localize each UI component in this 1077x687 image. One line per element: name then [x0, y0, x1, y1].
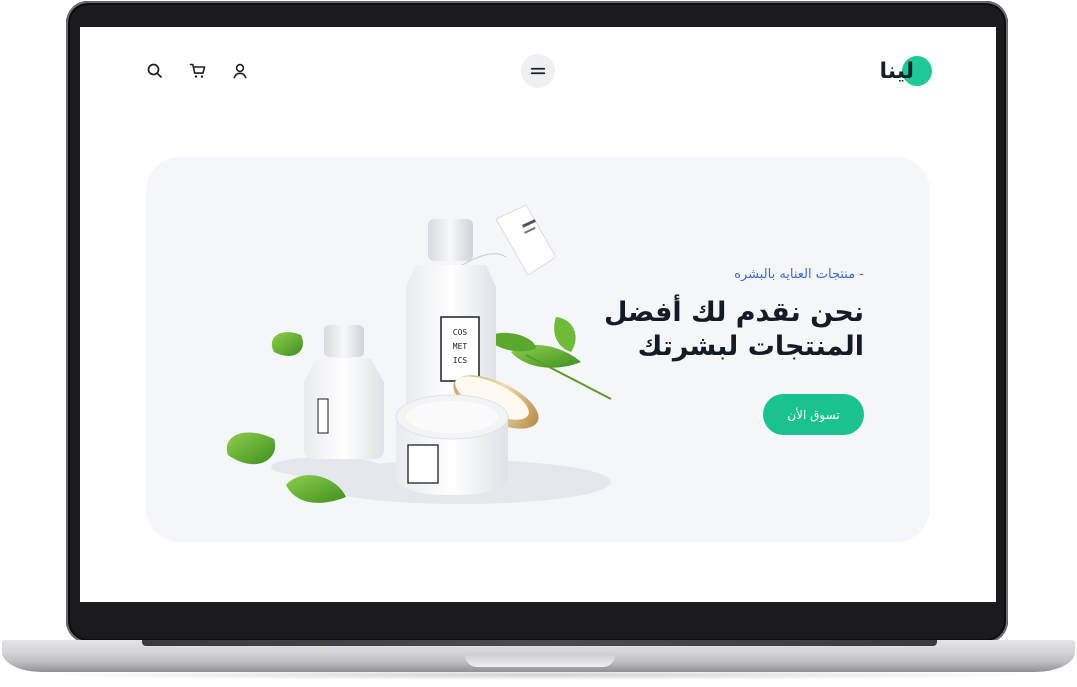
bottle-label-line3: ICS	[453, 356, 468, 365]
menu-icon	[530, 67, 546, 75]
cream-jar	[395, 394, 509, 495]
small-bottle	[304, 325, 384, 459]
bottle-label-line2: MET	[453, 342, 468, 351]
hero-headline-line1: نحن نقدم لك أفضل	[604, 297, 864, 328]
hero-text: - منتجات العنايه بالبشره نحن نقدم لك أفض…	[544, 267, 864, 364]
user-icon[interactable]	[230, 61, 250, 81]
laptop-base	[2, 640, 1075, 672]
hero-eyebrow: - منتجات العنايه بالبشره	[734, 267, 864, 282]
leaf-left-top	[271, 332, 303, 356]
cart-icon[interactable]	[188, 61, 208, 81]
search-icon[interactable]	[145, 61, 165, 81]
shop-now-button[interactable]: تسوق الأن	[763, 394, 864, 435]
hero-headline-line2: المنتجات لبشرتك	[637, 331, 864, 362]
laptop-notch	[465, 654, 615, 667]
brand-logo[interactable]: لينا	[880, 56, 932, 86]
leaf-left-bottom	[226, 432, 276, 465]
laptop-screen: لينا COS MET ICS - منتجات العنايه بالبشر…	[80, 27, 996, 602]
bottle-label-line1: COS	[453, 328, 468, 337]
hero-headline: نحن نقدم لك أفضل المنتجات لبشرتك	[544, 296, 864, 364]
laptop-keyboard-strip	[142, 640, 937, 646]
menu-button[interactable]	[521, 54, 555, 88]
hero-banner: COS MET ICS - منتجات العنايه بالبشره نحن…	[146, 157, 930, 542]
logo-text: لينا	[879, 58, 914, 84]
